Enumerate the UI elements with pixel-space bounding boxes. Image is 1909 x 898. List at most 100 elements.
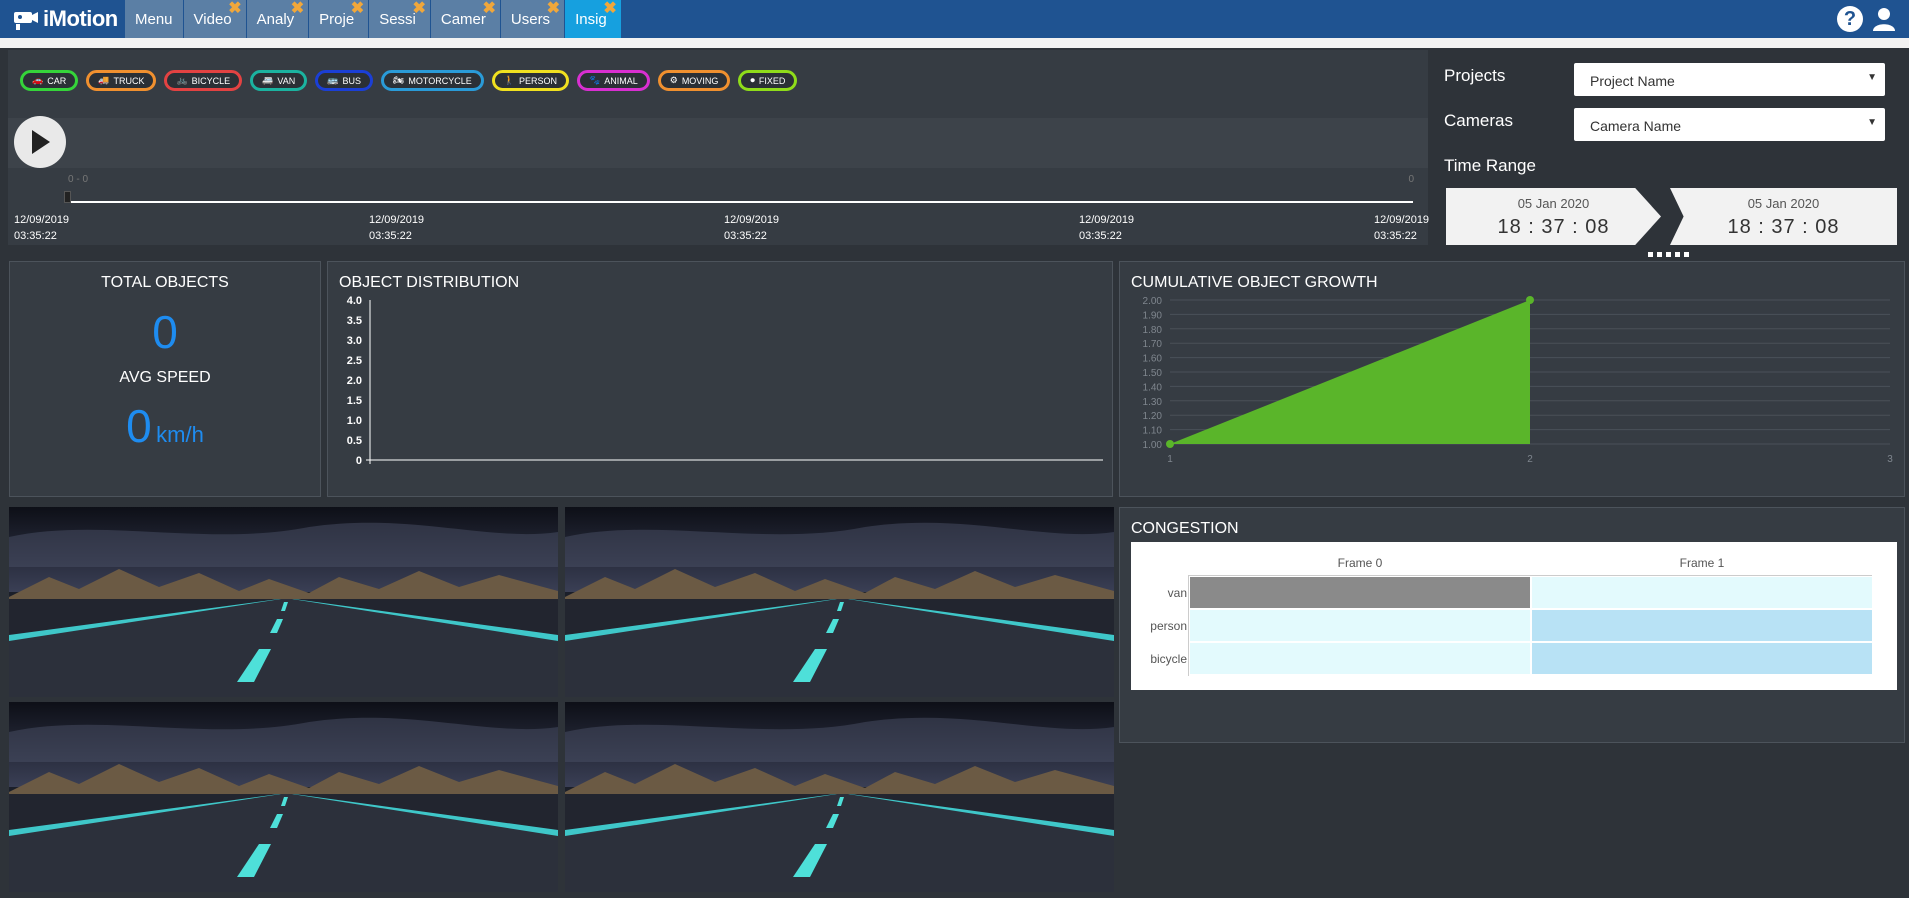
tab-analy[interactable]: Analy ✖ bbox=[246, 0, 309, 38]
timeline-track[interactable] bbox=[68, 201, 1413, 203]
chip-truck[interactable]: 🚚 TRUCK bbox=[86, 70, 157, 91]
carousel-dots[interactable] bbox=[1648, 252, 1689, 257]
y-tick-label: 1.60 bbox=[1143, 354, 1163, 365]
tab-label: Proje bbox=[319, 10, 355, 28]
user-icon[interactable] bbox=[1871, 6, 1897, 32]
road-scene-image bbox=[565, 507, 1114, 697]
start-datetime[interactable]: 05 Jan 2020 18 : 37 : 08 bbox=[1446, 188, 1661, 245]
help-icon[interactable]: ? bbox=[1837, 6, 1863, 32]
tab-menu[interactable]: Menu bbox=[125, 0, 183, 38]
avg-speed-unit: km/h bbox=[156, 422, 204, 447]
data-point[interactable] bbox=[1526, 296, 1534, 304]
chevron-down-icon: ▼ bbox=[1867, 117, 1877, 128]
tick-date: 12/09/2019 bbox=[724, 214, 780, 226]
moving-icon: ⚙ bbox=[669, 75, 678, 85]
tick-time: 03:35:22 bbox=[1079, 230, 1122, 242]
timeline-handle[interactable] bbox=[64, 191, 71, 203]
avg-speed-value: 0 bbox=[126, 400, 152, 452]
app-logo[interactable]: iMotion bbox=[12, 4, 118, 34]
timeline-tick: 12/09/2019 03:35:22 bbox=[1374, 212, 1429, 244]
chip-motorcycle[interactable]: 🏍 MOTORCYCLE bbox=[380, 70, 484, 91]
bus-icon: 🚌 bbox=[327, 75, 339, 85]
timeline-tick: 12/09/2019 03:35:22 bbox=[724, 212, 779, 244]
heatmap-cell[interactable] bbox=[1190, 577, 1530, 608]
tab-users[interactable]: Users ✖ bbox=[500, 0, 565, 38]
y-tick-label: 4.0 bbox=[347, 295, 362, 307]
cameras-label: Cameras bbox=[1444, 111, 1513, 130]
chip-moving[interactable]: ⚙ MOVING bbox=[657, 70, 731, 91]
camera-logo-icon bbox=[14, 12, 38, 30]
chip-person[interactable]: 🚶 PERSON bbox=[491, 70, 569, 91]
y-tick-label: 2.00 bbox=[1143, 296, 1163, 307]
tab-label: Menu bbox=[135, 10, 173, 28]
tick-date: 12/09/2019 bbox=[369, 214, 425, 226]
heatmap-column-header: Frame 1 bbox=[1679, 556, 1725, 570]
camera-feed-3[interactable] bbox=[9, 702, 558, 892]
close-icon[interactable]: ✖ bbox=[351, 1, 364, 17]
cumulative-growth-panel: CUMULATIVE OBJECT GROWTH 2.00 1.90 1.80 1.7… bbox=[1119, 261, 1905, 497]
bicycle-icon: 🚲 bbox=[176, 75, 188, 85]
heatmap-cell[interactable] bbox=[1532, 577, 1872, 608]
car-icon: 🚗 bbox=[32, 75, 44, 85]
chip-animal[interactable]: 🐾 ANIMAL bbox=[577, 70, 650, 91]
tab-sessi[interactable]: Sessi ✖ bbox=[369, 0, 430, 38]
cameras-select[interactable]: Camera Name ▼ bbox=[1574, 108, 1885, 141]
timeline-tick: 12/09/2019 03:35:22 bbox=[14, 212, 69, 244]
object-filter-chips: 🚗 CAR 🚚 TRUCK 🚲 BICYCLE 🚐 VAN 🚌 BUS 🏍 MOTORCYCLE 🚶 PE… bbox=[20, 70, 798, 91]
road-scene-image bbox=[9, 507, 558, 697]
heatmap-cell[interactable] bbox=[1532, 643, 1872, 674]
cumulative-growth-title: CUMULATIVE OBJECT GROWTH bbox=[1131, 274, 1378, 291]
chip-bus[interactable]: 🚌 BUS bbox=[315, 70, 373, 91]
camera-feed-2[interactable] bbox=[565, 507, 1114, 697]
tab-label: Analy bbox=[256, 10, 295, 28]
heatmap-cell[interactable] bbox=[1190, 643, 1530, 674]
video-strip bbox=[8, 118, 1428, 168]
tab-camer[interactable]: Camer ✖ bbox=[430, 0, 500, 38]
congestion-panel: CONGESTION Frame 0 Frame 1 van person bicycl… bbox=[1119, 507, 1905, 743]
heatmap-cell[interactable] bbox=[1532, 610, 1872, 641]
camera-feed-4[interactable] bbox=[565, 702, 1114, 892]
tab-label: Sessi bbox=[379, 10, 416, 28]
total-objects-value: 0 bbox=[152, 306, 178, 358]
close-icon[interactable]: ✖ bbox=[603, 1, 616, 17]
close-icon[interactable]: ✖ bbox=[228, 1, 241, 17]
data-point[interactable] bbox=[1166, 440, 1174, 448]
y-tick-label: 1.20 bbox=[1143, 411, 1163, 422]
avg-speed-label: AVG SPEED bbox=[119, 369, 211, 386]
cameras-select-value: Camera Name bbox=[1590, 118, 1682, 134]
y-tick-label: 3.5 bbox=[347, 315, 362, 327]
tab-proje[interactable]: Proje ✖ bbox=[309, 0, 369, 38]
chip-label: VAN bbox=[277, 75, 296, 86]
close-icon[interactable]: ✖ bbox=[412, 1, 425, 17]
animal-icon: 🐾 bbox=[589, 75, 601, 85]
projects-label: Projects bbox=[1444, 66, 1506, 85]
chip-bicycle[interactable]: 🚲 BICYCLE bbox=[164, 70, 243, 91]
y-tick-label: 1.10 bbox=[1143, 426, 1163, 437]
app-name: iMotion bbox=[43, 6, 118, 31]
truck-icon: 🚚 bbox=[98, 75, 110, 85]
heatmap-axis bbox=[1188, 575, 1189, 676]
camera-feed-1[interactable] bbox=[9, 507, 558, 697]
tick-time: 03:35:22 bbox=[724, 230, 767, 242]
tab-video[interactable]: Video ✖ bbox=[183, 0, 246, 38]
chip-van[interactable]: 🚐 VAN bbox=[250, 70, 308, 91]
close-icon[interactable]: ✖ bbox=[291, 1, 304, 17]
y-tick-label: 0 bbox=[356, 455, 362, 467]
y-tick-label: 1.30 bbox=[1143, 397, 1163, 408]
end-date: 05 Jan 2020 bbox=[1747, 196, 1820, 211]
x-tick-label: 1 bbox=[1167, 454, 1173, 465]
play-button[interactable] bbox=[14, 116, 66, 168]
close-icon[interactable]: ✖ bbox=[482, 1, 495, 17]
chip-label: CAR bbox=[47, 75, 67, 86]
heatmap-cell[interactable] bbox=[1190, 610, 1530, 641]
chip-label: ANIMAL bbox=[604, 75, 638, 86]
close-icon[interactable]: ✖ bbox=[547, 1, 560, 17]
tab-insig[interactable]: Insig ✖ bbox=[565, 0, 621, 38]
chip-car[interactable]: 🚗 CAR bbox=[20, 70, 79, 91]
end-datetime[interactable]: 05 Jan 2020 18 : 37 : 08 bbox=[1670, 188, 1897, 245]
sub-header-bar bbox=[0, 38, 1909, 48]
chip-fixed[interactable]: ⏺ FIXED bbox=[738, 70, 798, 91]
projects-select[interactable]: Project Name ▼ bbox=[1574, 63, 1885, 96]
chip-label: MOVING bbox=[681, 75, 719, 86]
end-time: 18 : 37 : 08 bbox=[1727, 216, 1840, 238]
